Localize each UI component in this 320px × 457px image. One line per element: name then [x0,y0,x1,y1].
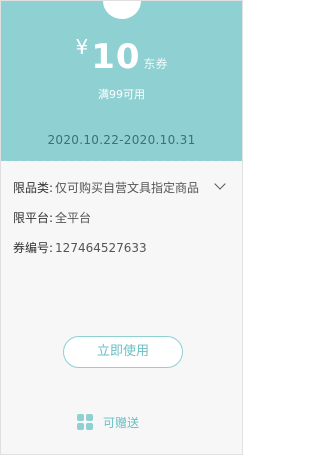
use-now-button[interactable]: 立即使用 [63,336,183,368]
gift-button[interactable]: 可赠送 [77,413,139,431]
coupon-amount: 10 [91,37,141,77]
currency-symbol: ¥ [75,35,89,59]
category-value: 仅可购买自营文具指定商品 [55,181,200,195]
platform-row: 限平台: 全平台 [13,209,91,226]
coupon-number-row: 券编号: 127464527633 [13,239,147,256]
coupon-card: ¥10 东券 满99可用 2020.10.22-2020.10.31 限品类: 仅可… [0,0,243,455]
platform-label: 限平台: [13,211,54,225]
coupon-unit: 东券 [143,57,168,71]
coupon-number-label: 券编号: [13,241,54,255]
gift-label: 可赠送 [103,415,140,430]
platform-value: 全平台 [55,211,92,225]
ticket-notch [103,1,141,19]
chevron-down-icon[interactable] [214,178,226,190]
coupon-validity: 2020.10.22-2020.10.31 [47,133,196,147]
coupon-amount-row: ¥10 东券 [1,35,242,77]
coupon-number-value: 127464527633 [55,241,147,255]
category-row: 限品类: 仅可购买自营文具指定商品 [13,179,199,196]
coupon-condition: 满99可用 [98,88,145,101]
scallop-edge [1,154,242,164]
grid-icon [77,414,93,430]
category-label: 限品类: [13,181,54,195]
coupon-header: ¥10 东券 满99可用 2020.10.22-2020.10.31 [1,1,242,161]
